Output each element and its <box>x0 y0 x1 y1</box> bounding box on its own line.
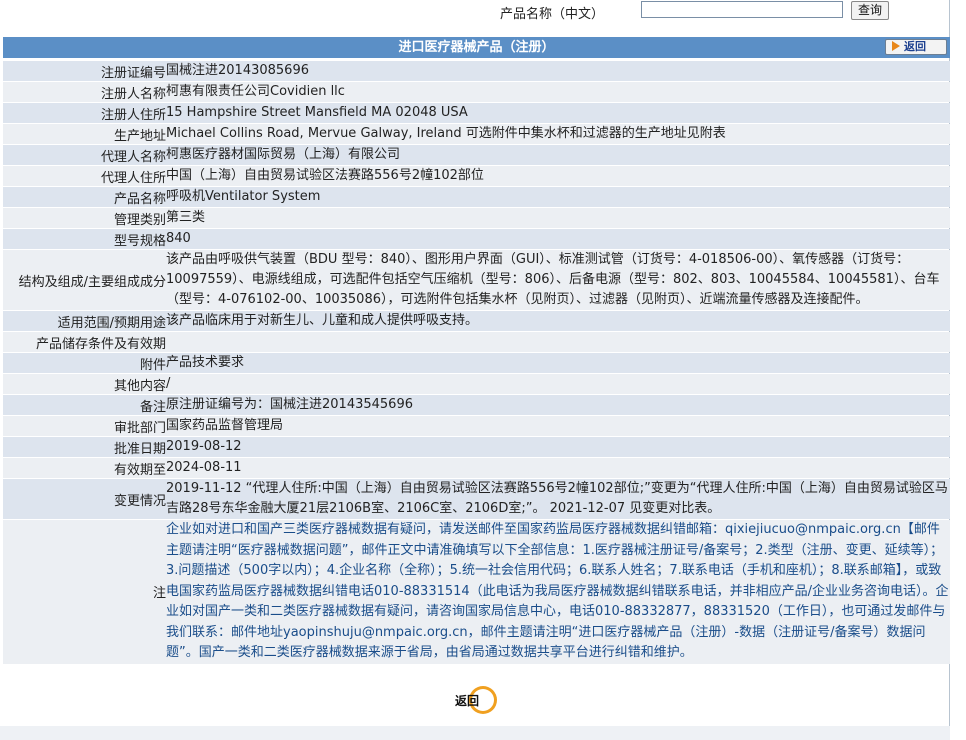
table-row: 代理人住所 中国（上海）自由贸易试验区法赛路556号2幢102部位 <box>3 166 950 186</box>
search-bar: 产品名称（中文） 查询 <box>0 0 966 34</box>
field-value: 该产品临床用于对新生儿、儿童和成人提供呼吸支持。 <box>166 311 950 331</box>
table-row: 管理类别 第三类 <box>3 208 950 228</box>
back-button-bottom[interactable]: 返回 <box>455 686 499 714</box>
table-row: 注册人住所 15 Hampshire Street Mansfield MA 02… <box>3 103 950 123</box>
field-label: 备注 <box>3 395 166 415</box>
search-button[interactable]: 查询 <box>851 1 890 20</box>
field-label: 代理人住所 <box>3 166 166 186</box>
field-label: 审批部门 <box>3 416 166 436</box>
back-button-top[interactable]: 返回 <box>885 39 947 55</box>
field-label: 管理类别 <box>3 208 166 228</box>
table-row: 批准日期 2019-08-12 <box>3 437 950 457</box>
table-row: 注企业如对进口和国产三类医疗器械数据有疑问，请发送邮件至国家药监局医疗器械数据纠… <box>3 520 950 664</box>
arrow-right-icon <box>892 41 900 51</box>
table-row: 产品储存条件及有效期 <box>3 332 950 352</box>
field-value: 840 <box>166 229 950 249</box>
field-value: 2019-11-12 “代理人住所:中国（上海）自由贸易试验区法赛路556号2幢… <box>166 479 950 519</box>
field-value: Michael Collins Road, Mervue Galway, Ire… <box>166 124 950 144</box>
field-label: 有效期至 <box>3 458 166 478</box>
field-value: 柯惠医疗器材国际贸易（上海）有限公司 <box>166 145 950 165</box>
field-label: 生产地址 <box>3 124 166 144</box>
field-label: 变更情况 <box>3 479 166 519</box>
page-title-bar: 进口医疗器械产品（注册） 返回 <box>3 37 950 58</box>
field-label: 注 <box>3 520 166 664</box>
table-row: 变更情况 2019-11-12 “代理人住所:中国（上海）自由贸易试验区法赛路55… <box>3 479 950 519</box>
field-label: 注册人名称 <box>3 82 166 102</box>
field-label: 其他内容 <box>3 374 166 394</box>
field-label: 产品名称 <box>3 187 166 207</box>
table-row: 有效期至 2024-08-11 <box>3 458 950 478</box>
field-value: 国械注进20143085696 <box>166 61 950 81</box>
table-row: 结构及组成/主要组成成分 该产品由呼吸供气装置（BDU 型号：840）、图形用户界… <box>3 250 950 310</box>
table-row: 型号规格 840 <box>3 229 950 249</box>
table-row: 注册证编号 国械注进20143085696 <box>3 61 950 81</box>
field-value: 呼吸机Ventilator System <box>166 187 950 207</box>
notes-value: 企业如对进口和国产三类医疗器械数据有疑问，请发送邮件至国家药监局医疗器械数据纠错… <box>166 520 950 664</box>
table-row: 注册人名称 柯惠有限责任公司Covidien llc <box>3 82 950 102</box>
field-label: 注册证编号 <box>3 61 166 81</box>
field-value: 该产品由呼吸供气装置（BDU 型号：840）、图形用户界面（GUI）、标准测试管… <box>166 250 950 310</box>
field-value: 中国（上海）自由贸易试验区法赛路556号2幢102部位 <box>166 166 950 186</box>
product-detail-table: 注册证编号 国械注进20143085696 注册人名称 柯惠有限责任公司Covidi… <box>3 60 950 665</box>
field-value: 产品技术要求 <box>166 353 950 373</box>
field-label: 注册人住所 <box>3 103 166 123</box>
table-row: 附件 产品技术要求 <box>3 353 950 373</box>
field-label: 型号规格 <box>3 229 166 249</box>
back-button-top-label: 返回 <box>904 40 926 53</box>
field-label: 附件 <box>3 353 166 373</box>
field-value: 第三类 <box>166 208 950 228</box>
product-name-search-input[interactable] <box>641 1 843 18</box>
field-label: 产品储存条件及有效期 <box>3 332 166 352</box>
field-value: 2024-08-11 <box>166 458 950 478</box>
field-label: 适用范围/预期用途 <box>3 311 166 331</box>
table-row: 生产地址 Michael Collins Road, Mervue Galway,… <box>3 124 950 144</box>
field-label: 批准日期 <box>3 437 166 457</box>
field-value <box>166 332 950 352</box>
field-value: / <box>166 374 950 394</box>
field-value: 国家药品监督管理局 <box>166 416 950 436</box>
field-value: 2019-08-12 <box>166 437 950 457</box>
field-label: 代理人名称 <box>3 145 166 165</box>
table-row: 产品名称 呼吸机Ventilator System <box>3 187 950 207</box>
field-value: 原注册证编号为：国械注进20143545696 <box>166 395 950 415</box>
search-label: 产品名称（中文） <box>500 7 605 22</box>
table-row: 审批部门 国家药品监督管理局 <box>3 416 950 436</box>
table-row: 代理人名称 柯惠医疗器材国际贸易（上海）有限公司 <box>3 145 950 165</box>
table-row: 其他内容 / <box>3 374 950 394</box>
field-value: 柯惠有限责任公司Covidien llc <box>166 82 950 102</box>
footer-strip <box>0 726 950 740</box>
field-value: 15 Hampshire Street Mansfield MA 02048 U… <box>166 103 950 123</box>
back-button-bottom-label: 返回 <box>455 694 480 708</box>
table-row: 适用范围/预期用途 该产品临床用于对新生儿、儿童和成人提供呼吸支持。 <box>3 311 950 331</box>
table-row: 备注 原注册证编号为：国械注进20143545696 <box>3 395 950 415</box>
page-title: 进口医疗器械产品（注册） <box>398 40 555 55</box>
field-label: 结构及组成/主要组成成分 <box>3 250 166 310</box>
